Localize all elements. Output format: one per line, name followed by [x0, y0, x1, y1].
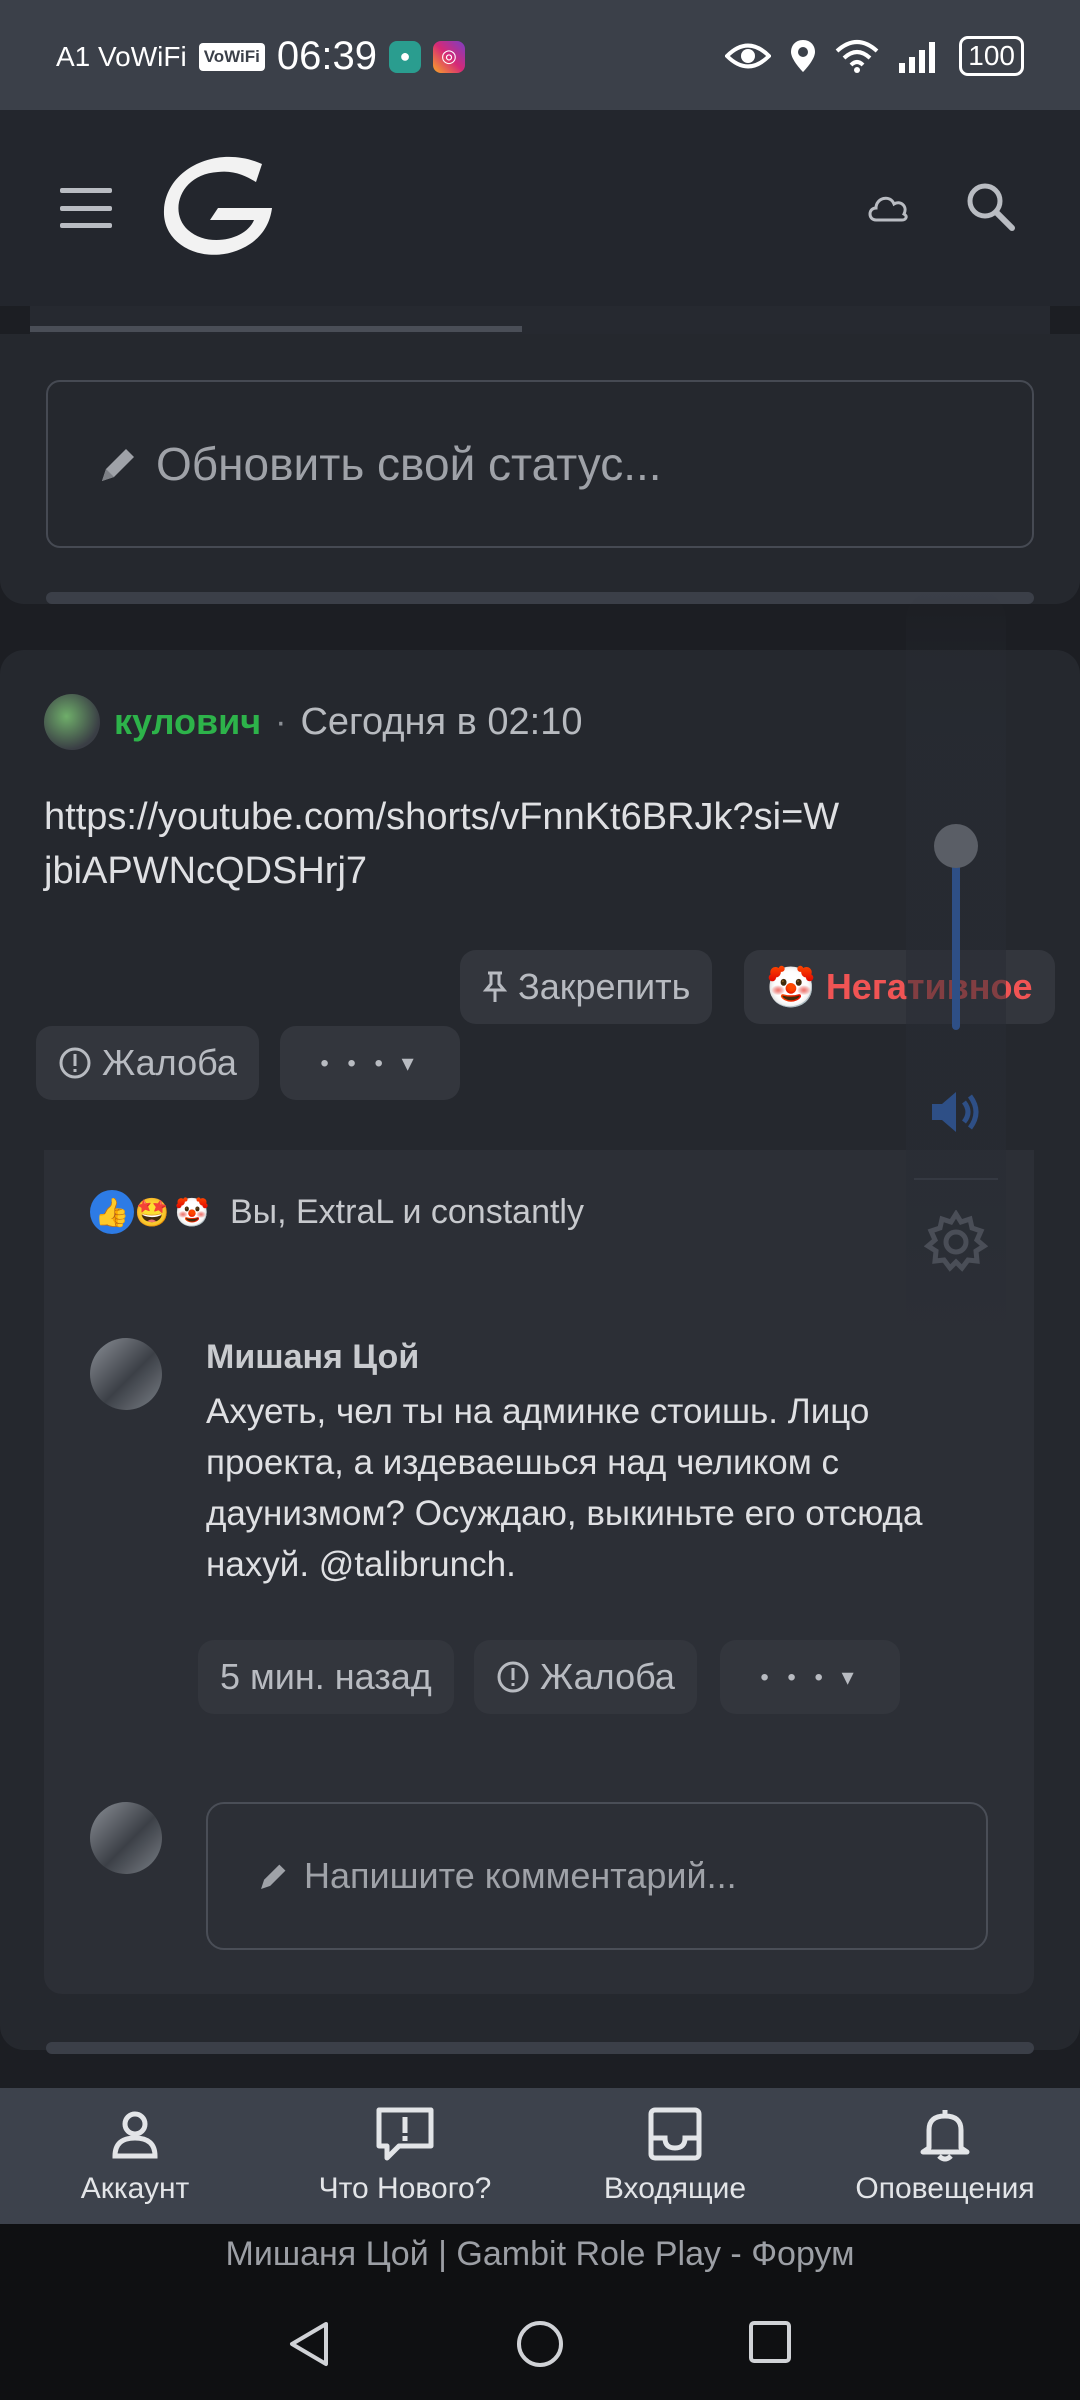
- avatar[interactable]: [90, 1338, 162, 1410]
- status-bar: A1 VoWiFi VoWiFi 06:39 ● ◎ 100: [0, 0, 1080, 110]
- comment-time-button[interactable]: 5 мин. назад: [198, 1640, 454, 1714]
- clock: 06:39: [276, 34, 378, 78]
- pencil-icon: [261, 1864, 286, 1889]
- volume-slider-track[interactable]: [952, 846, 960, 1030]
- bottom-navigation: Аккаунт Что Нового? Входящие Оповещения: [0, 2088, 1080, 2224]
- vowifi-badge: VoWiFi: [198, 42, 265, 71]
- alert-circle-icon: [59, 1047, 91, 1079]
- gambit-logo[interactable]: [158, 150, 278, 262]
- recents-icon[interactable]: [748, 2320, 792, 2364]
- volume-slider-handle[interactable]: [934, 824, 978, 868]
- instagram-icon: ◎: [433, 40, 466, 73]
- comment-more-label: • • • ▾: [760, 1663, 860, 1691]
- more-options-button[interactable]: • • • ▾: [280, 1026, 460, 1100]
- cloud-icon[interactable]: [866, 192, 910, 222]
- post-header: кулович · Сегодня в 02:10: [44, 694, 582, 750]
- nav-account-label: Аккаунт: [80, 2172, 190, 2205]
- report-label: Жалоба: [102, 1042, 237, 1083]
- menu-button[interactable]: [60, 188, 112, 228]
- comment-time: 5 мин. назад: [220, 1656, 432, 1697]
- nav-whats-new-label: Что Нового?: [318, 2172, 492, 2205]
- reactions-summary[interactable]: 👍 🤩 🤡 Вы, ExtraL и constantly: [44, 1150, 1034, 1294]
- avatar[interactable]: [44, 694, 100, 750]
- post-scroll-indicator: [46, 2042, 1034, 2054]
- nav-alerts-label: Оповещения: [855, 2172, 1035, 2205]
- alert-message-icon: [376, 2107, 434, 2161]
- inbox-icon: [648, 2107, 702, 2161]
- nav-whats-new[interactable]: Что Нового?: [270, 2088, 540, 2224]
- status-scroll-indicator: [46, 592, 1034, 604]
- status-composer-card: Обновить свой статус...: [0, 334, 1080, 604]
- nav-inbox[interactable]: Входящие: [540, 2088, 810, 2224]
- back-icon[interactable]: [286, 2320, 330, 2368]
- comment-more-button[interactable]: • • • ▾: [720, 1640, 900, 1714]
- pin-button[interactable]: Закрепить: [460, 950, 713, 1024]
- pin-label: Закрепить: [518, 966, 691, 1007]
- report-button[interactable]: Жалоба: [36, 1026, 259, 1100]
- reactors-list[interactable]: Вы, ExtraL и constantly: [230, 1193, 584, 1232]
- location-icon: [791, 40, 816, 72]
- alert-circle-icon: [497, 1661, 529, 1693]
- more-label: • • • ▾: [320, 1049, 420, 1077]
- comment-report-button[interactable]: Жалоба: [474, 1640, 697, 1714]
- star-eyes-emoji-icon: 🤩: [134, 1196, 170, 1228]
- comments-section: Мишаня Цой Ахуеть, чел ты на админке сто…: [44, 1294, 1034, 1994]
- signal-icon: [899, 42, 936, 73]
- carrier-label: A1 VoWiFi: [56, 40, 187, 72]
- like-icon: 👍: [90, 1190, 134, 1234]
- reaction-button[interactable]: 🤡 Негативное: [744, 950, 1055, 1024]
- post-author[interactable]: кулович: [114, 701, 261, 743]
- tab-indicator: [30, 326, 522, 332]
- page-title: Мишаня Цой | Gambit Role Play - Форум: [0, 2224, 1080, 2284]
- post-body-link[interactable]: https://youtube.com/shorts/vFnnKt6BRJk?s…: [44, 790, 844, 898]
- comment-input-placeholder: Напишите комментарий...: [304, 1855, 737, 1896]
- eye-icon: [725, 43, 772, 69]
- app-header: [0, 110, 1080, 306]
- comment-text: Ахуеть, чел ты на админке стоишь. Лицо п…: [206, 1392, 923, 1584]
- notification-app-icon: ●: [389, 40, 422, 73]
- search-icon[interactable]: [964, 180, 1016, 232]
- post-timestamp[interactable]: Сегодня в 02:10: [300, 701, 582, 744]
- comment-report-label: Жалоба: [540, 1656, 675, 1697]
- system-navigation-bar: [0, 2284, 1080, 2400]
- clown-emoji-icon: 🤡: [766, 965, 816, 1010]
- clown-emoji-icon: 🤡: [174, 1196, 210, 1228]
- pin-icon: [482, 971, 508, 1002]
- separator-dot: ·: [275, 702, 287, 741]
- pencil-icon: [102, 449, 134, 481]
- volume-icon[interactable]: [928, 1088, 984, 1136]
- status-input[interactable]: Обновить свой статус...: [46, 380, 1034, 548]
- battery-indicator: 100: [959, 36, 1024, 76]
- comment-author[interactable]: Мишаня Цой: [206, 1338, 419, 1377]
- wifi-icon: [835, 40, 879, 73]
- status-placeholder: Обновить свой статус...: [156, 438, 662, 490]
- comment-input[interactable]: Напишите комментарий...: [206, 1802, 988, 1950]
- home-icon[interactable]: [516, 2320, 564, 2368]
- nav-account[interactable]: Аккаунт: [0, 2088, 270, 2224]
- nav-alerts[interactable]: Оповещения: [810, 2088, 1080, 2224]
- bell-icon: [920, 2110, 970, 2162]
- nav-inbox-label: Входящие: [603, 2172, 747, 2205]
- divider: [914, 1178, 998, 1180]
- user-icon: [112, 2111, 158, 2159]
- avatar: [90, 1802, 162, 1874]
- gear-icon[interactable]: [924, 1210, 988, 1274]
